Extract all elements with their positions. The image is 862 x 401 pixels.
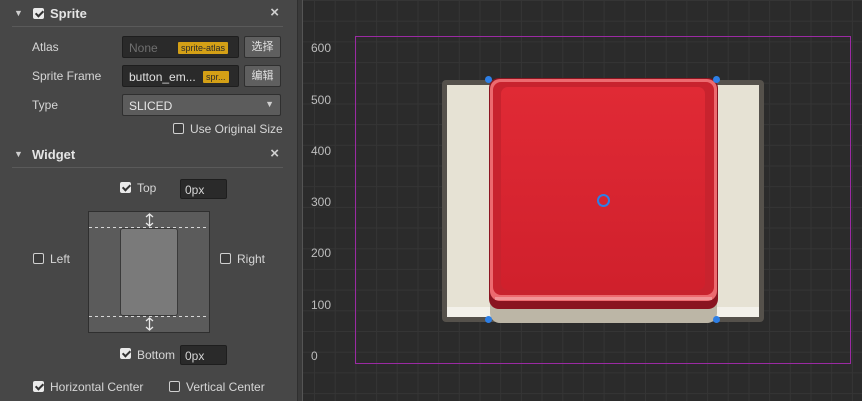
button-highlight: [495, 297, 712, 300]
vertical-center-label: Vertical Center: [186, 380, 265, 394]
widget-alignment-diagram[interactable]: [88, 211, 210, 333]
sprite-frame-value: button_em...: [129, 70, 196, 84]
bottom-input-value: 0px: [185, 349, 205, 363]
inspector-panel: ▼ Sprite × Atlas None sprite-atlas 选择 Sp…: [0, 0, 297, 401]
y-axis-label: 600: [311, 41, 332, 55]
sprite-section-title: Sprite: [50, 6, 87, 21]
collapse-triangle-icon[interactable]: ▼: [14, 8, 23, 18]
horizontal-center-label: Horizontal Center: [50, 380, 144, 394]
button-face: [501, 87, 705, 290]
top-input[interactable]: 0px: [180, 179, 227, 199]
top-label: Top: [137, 181, 157, 195]
right-checkbox[interactable]: [220, 253, 231, 264]
sprite-frame-edit-button[interactable]: 编辑: [244, 65, 281, 87]
divider: [12, 26, 283, 27]
type-select-value: SLICED: [129, 99, 173, 113]
bottom-label: Bottom: [137, 348, 176, 362]
selection-handle[interactable]: [713, 76, 720, 83]
left-checkbox[interactable]: [33, 253, 44, 264]
collapse-triangle-icon[interactable]: ▼: [14, 149, 23, 159]
use-original-size-checkbox[interactable]: [173, 123, 184, 134]
widget-section-title: Widget: [32, 147, 76, 162]
type-label: Type: [32, 98, 59, 112]
sprite-section-header[interactable]: ▼ Sprite ×: [0, 2, 283, 24]
sprite-frame-label: Sprite Frame: [32, 69, 102, 83]
close-icon[interactable]: ×: [270, 4, 279, 21]
top-input-value: 0px: [185, 183, 205, 197]
atlas-field[interactable]: None sprite-atlas: [122, 36, 239, 58]
type-select[interactable]: SLICED ▼: [122, 94, 281, 116]
sprite-enabled-checkbox[interactable]: [33, 8, 44, 19]
y-axis-label: 400: [311, 144, 332, 158]
anchor-arrows: [145, 213, 154, 331]
horizontal-center-checkbox[interactable]: [33, 381, 44, 392]
scene-view[interactable]: 600 500 400 300 200 100 0: [303, 0, 862, 401]
use-original-size-label: Use Original Size: [190, 122, 283, 136]
bottom-anchor-arrow-icon: [145, 317, 154, 331]
atlas-select-button[interactable]: 选择: [244, 36, 281, 58]
y-axis-label: 100: [311, 298, 332, 312]
atlas-value: None: [129, 41, 158, 55]
right-label: Right: [237, 252, 266, 266]
top-checkbox[interactable]: [120, 182, 131, 193]
divider: [12, 167, 283, 168]
bottom-input[interactable]: 0px: [180, 345, 227, 365]
bottom-checkbox[interactable]: [120, 348, 131, 359]
y-axis-label: 500: [311, 93, 332, 107]
selection-handle[interactable]: [485, 316, 492, 323]
y-axis-label: 300: [311, 195, 332, 209]
chevron-down-icon: ▼: [265, 99, 274, 109]
atlas-type-tag: sprite-atlas: [178, 42, 229, 54]
y-axis-label: 0: [311, 349, 318, 363]
sprite-frame-tag: spr...: [203, 71, 229, 83]
selection-handle[interactable]: [713, 316, 720, 323]
close-icon[interactable]: ×: [270, 145, 279, 162]
selection-handle[interactable]: [485, 76, 492, 83]
y-axis-label: 200: [311, 246, 332, 260]
sprite-frame-field[interactable]: button_em... spr...: [122, 65, 239, 87]
atlas-label: Atlas: [32, 40, 59, 54]
top-anchor-arrow-icon: [145, 213, 154, 227]
widget-section-header[interactable]: ▼ Widget ×: [0, 143, 283, 165]
pivot-anchor-icon[interactable]: [597, 194, 610, 207]
left-label: Left: [50, 252, 71, 266]
vertical-center-checkbox[interactable]: [169, 381, 180, 392]
